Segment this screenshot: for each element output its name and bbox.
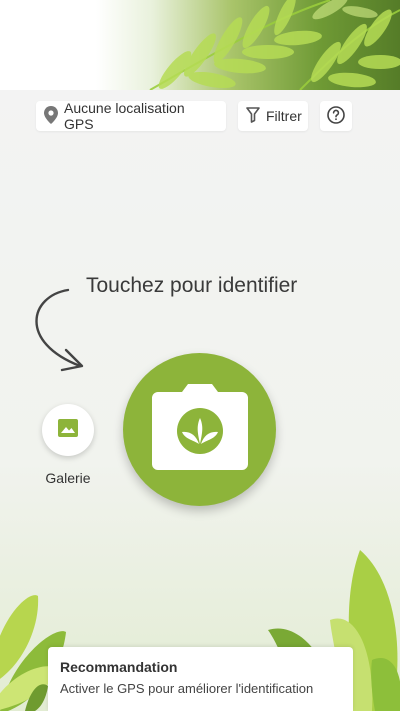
curved-arrow-icon xyxy=(35,288,84,372)
gps-label: Aucune localisation GPS xyxy=(64,100,185,132)
camera-identify-button[interactable] xyxy=(123,353,276,506)
recommendation-card[interactable]: Recommandation Activer le GPS pour améli… xyxy=(48,647,353,711)
gps-location-button[interactable]: Aucune localisation GPS xyxy=(36,100,226,132)
help-button[interactable] xyxy=(320,101,352,131)
image-icon xyxy=(58,418,78,442)
gallery-label: Galerie xyxy=(45,470,91,486)
filter-icon xyxy=(246,106,260,126)
gallery-button[interactable] xyxy=(42,404,94,456)
header-fern-image xyxy=(0,0,400,90)
recommendation-text: Activer le GPS pour améliorer l'identifi… xyxy=(60,681,314,696)
recommendation-title: Recommandation xyxy=(60,659,178,675)
help-icon xyxy=(326,105,346,128)
location-pin-icon xyxy=(44,105,58,127)
identify-prompt: Touchez pour identifier xyxy=(86,274,298,297)
camera-icon xyxy=(151,384,248,475)
filter-label: Filtrer xyxy=(266,108,302,124)
filter-button[interactable]: Filtrer xyxy=(238,101,308,131)
